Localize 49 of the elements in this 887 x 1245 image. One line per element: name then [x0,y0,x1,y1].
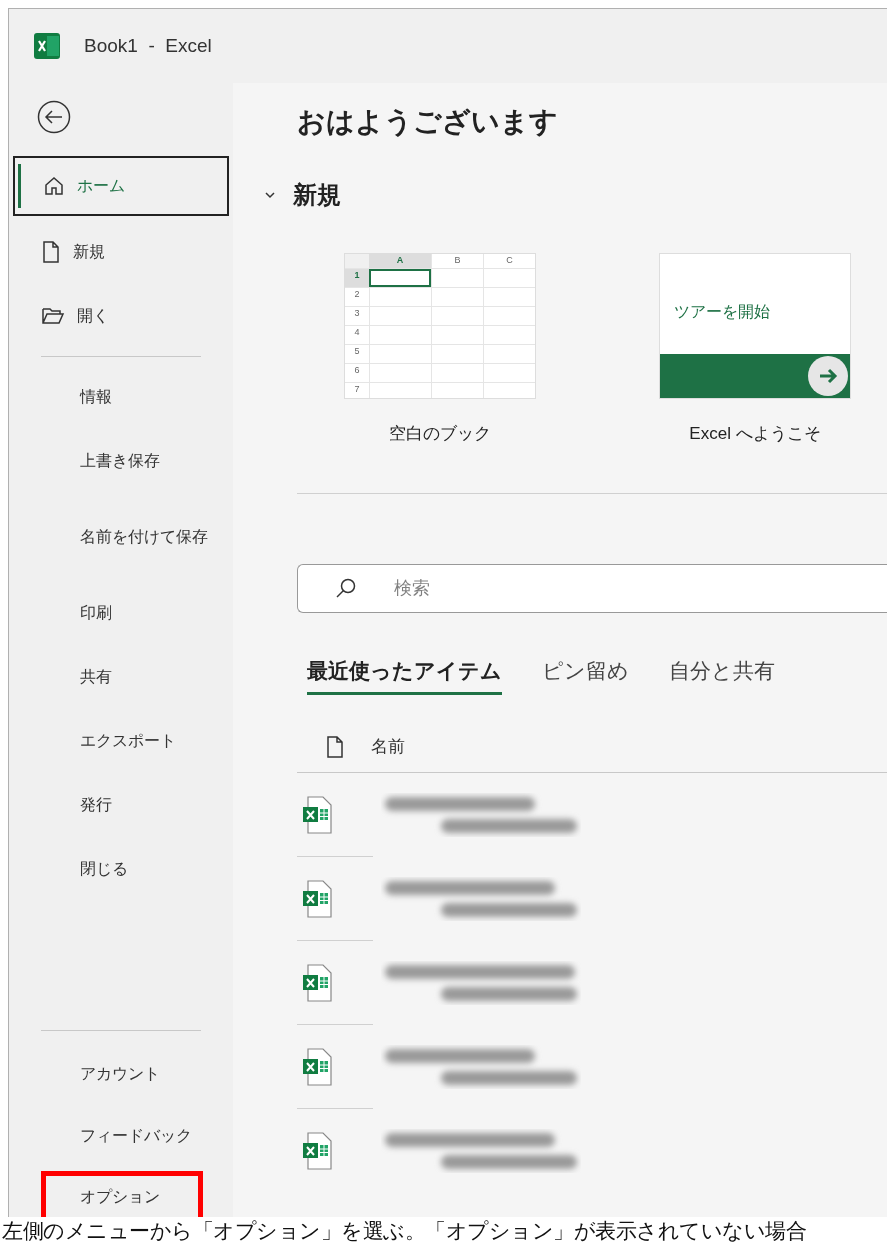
template-card[interactable]: A B C 1 2 3 4 5 6 7 空白のブック [344,253,536,447]
column-header: 名前 [371,735,405,758]
row-header: 1 [345,269,369,287]
tab[interactable]: 自分と共有 [669,654,775,695]
sidebar-item[interactable]: 発行 [9,773,233,837]
corner-cell [345,254,369,268]
sidebar-item[interactable]: ホーム [13,156,229,216]
sidebar-item[interactable]: アカウント [9,1043,233,1105]
sidebar-item[interactable]: エクスポート [9,709,233,773]
sidebar-item[interactable]: 共有 [9,645,233,709]
sidebar-item[interactable]: 閉じる [9,837,233,901]
row-header: 3 [353,307,361,320]
folder-icon [41,306,65,326]
sidebar-item[interactable]: 名前を付けて保存 [9,493,233,581]
excel-file-icon [302,879,332,918]
sidebar-item[interactable]: 上書き保存 [9,429,233,493]
column-header: B [431,254,483,268]
window-title: Book1 - Excel [84,33,212,58]
sidebar-item[interactable]: 新規 [9,220,233,284]
sidebar-item[interactable]: 情報 [9,365,233,429]
search-field[interactable]: 検索 [297,563,887,613]
column-header: A [369,254,431,268]
excel-file-icon [302,1132,332,1170]
tab[interactable]: 最近使ったアイテム [307,654,502,695]
greeting-heading: おはようございます [297,105,559,139]
excel-logo-icon [34,33,60,59]
sidebar-item[interactable]: フィードバック [9,1105,233,1167]
tab[interactable]: ピン留め [542,654,629,695]
row-header: 2 [353,288,361,301]
arrow-right-icon [808,356,848,396]
selected-cell [369,269,431,287]
tour-text: ツアーを開始 [674,302,771,322]
row-header: 7 [353,383,361,396]
row-header: 4 [353,326,361,339]
document-icon [325,734,345,759]
document-icon [41,240,61,264]
home-icon [43,175,65,197]
column-header: C [483,254,535,268]
sidebar-item[interactable]: 開く [9,284,233,348]
excel-file-icon [302,963,332,1002]
excel-file-icon [302,1047,332,1086]
caption-text: 左側のメニューから「オプション」を選ぶ。「オプション」が表示されていない場合 [1,1218,807,1245]
excel-file-icon [302,795,332,834]
row-header: 5 [353,345,361,358]
sidebar-item[interactable]: 印刷 [9,581,233,645]
section-toggle[interactable]: 新規 [263,177,887,213]
row-header: 6 [353,364,361,377]
search-icon [335,576,357,599]
template-card[interactable]: ツアーを開始 Excel へようこそ [659,253,851,447]
